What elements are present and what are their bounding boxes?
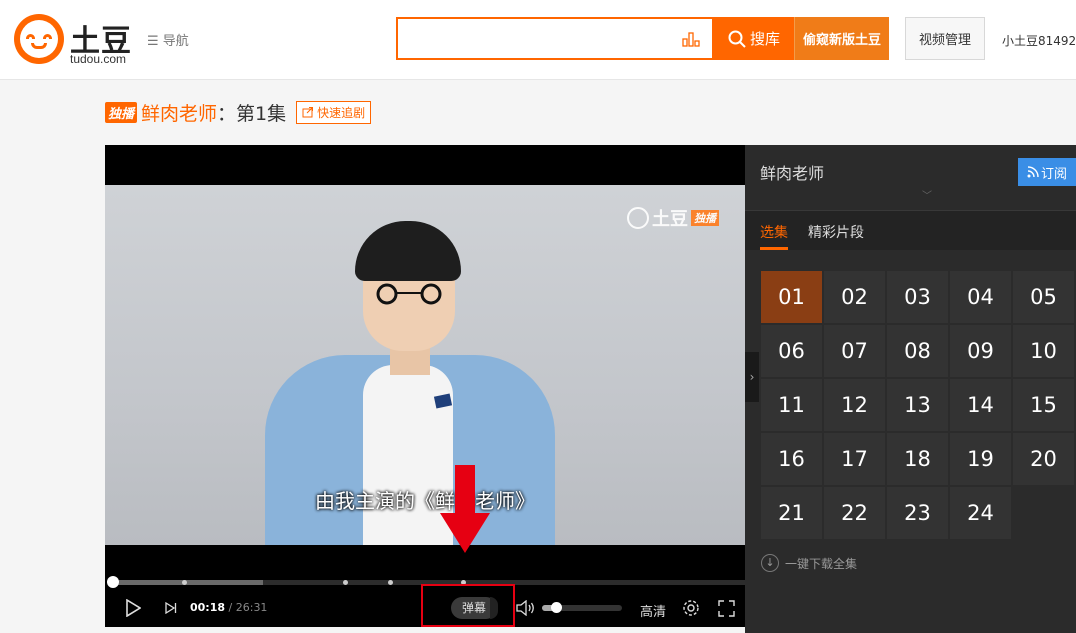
- nav-menu-button[interactable]: ☰ 导航: [147, 30, 189, 49]
- episode-item[interactable]: 16: [760, 432, 823, 486]
- download-all-label: 一键下载全集: [785, 556, 858, 571]
- play-icon[interactable]: [125, 599, 141, 617]
- progress-marker[interactable]: [388, 580, 393, 585]
- chevron-down-icon[interactable]: ﹀: [922, 187, 932, 202]
- progress-marker[interactable]: [343, 580, 348, 585]
- total-time: 26:31: [235, 601, 268, 614]
- sidebar-title: 鲜肉老师: [760, 164, 825, 183]
- episode-item[interactable]: 09: [949, 324, 1012, 378]
- episode-item[interactable]: 08: [886, 324, 949, 378]
- sidebar-tabs: 选集 精彩片段: [745, 211, 1076, 250]
- presenter-hair: [355, 221, 461, 281]
- episode-item[interactable]: 05: [1012, 270, 1075, 324]
- tab-episodes[interactable]: 选集: [760, 222, 788, 242]
- episode-item[interactable]: 17: [823, 432, 886, 486]
- video-manage-button[interactable]: 视频管理: [905, 17, 985, 60]
- exclusive-badge: 独播: [105, 101, 138, 123]
- new-version-button[interactable]: 偷窥新版土豆: [794, 17, 889, 60]
- title-separator: ：: [217, 102, 237, 125]
- progress-marker[interactable]: [182, 580, 187, 585]
- nav-label: 导航: [162, 34, 189, 49]
- time-separator: /: [228, 601, 233, 614]
- gear-icon[interactable]: [682, 599, 700, 617]
- rss-icon: [1027, 166, 1039, 178]
- episode-item[interactable]: 19: [949, 432, 1012, 486]
- episode-item[interactable]: 13: [886, 378, 949, 432]
- episode-item[interactable]: 07: [823, 324, 886, 378]
- episode-item[interactable]: 11: [760, 378, 823, 432]
- episode-item[interactable]: 02: [823, 270, 886, 324]
- search-box: [396, 17, 714, 60]
- episode-item[interactable]: 12: [823, 378, 886, 432]
- search-input[interactable]: [398, 19, 668, 58]
- share-icon: [302, 107, 314, 118]
- logo-domain: tudou.com: [70, 52, 127, 66]
- fullscreen-icon[interactable]: [718, 600, 735, 617]
- sidebar-collapse-chevron-icon[interactable]: ›: [745, 352, 759, 402]
- search-button-label: 搜库: [749, 30, 780, 48]
- user-name[interactable]: 小土豆814924: [1002, 32, 1076, 49]
- current-time: 00:18: [190, 601, 226, 614]
- search-button[interactable]: 搜库: [714, 17, 794, 60]
- progress-knob[interactable]: [107, 576, 119, 588]
- episode-item[interactable]: 01: [760, 270, 823, 324]
- episode-item[interactable]: 10: [1012, 324, 1075, 378]
- episode-item[interactable]: 23: [886, 486, 949, 540]
- top-header: 土豆 tudou.com ☰ 导航 搜库 偷窥新版土豆 视频管理 小土豆8149…: [0, 0, 1076, 80]
- watermark-text: 土豆: [652, 209, 688, 230]
- watermark-tag: 独播: [691, 210, 719, 226]
- tudou-logo[interactable]: 土豆 tudou.com: [14, 14, 134, 66]
- episode-item[interactable]: 14: [949, 378, 1012, 432]
- chart-icon[interactable]: [682, 31, 700, 47]
- video-subtitle: 由我主演的《鲜肉老师》: [315, 489, 535, 513]
- video-frame[interactable]: 土豆 独播 由我主演的《鲜肉老师》: [105, 185, 745, 545]
- episode-item[interactable]: 18: [886, 432, 949, 486]
- logo-icon: [14, 14, 64, 64]
- video-title-row: 独播 鲜肉老师 ： 第1集 快速追剧: [105, 99, 372, 126]
- next-episode-icon[interactable]: [165, 602, 177, 614]
- video-player[interactable]: 土豆 独播 由我主演的《鲜肉老师》 00:18 / 26:31 弹幕 高清: [105, 145, 745, 627]
- watermark-logo-icon: [627, 207, 649, 229]
- menu-icon: ☰: [147, 34, 159, 49]
- episode-title: 第1集: [236, 102, 287, 125]
- episode-item[interactable]: 03: [886, 270, 949, 324]
- subscribe-label: 订阅: [1040, 166, 1067, 182]
- episode-sidebar: 鲜肉老师 ﹀ 订阅 选集 精彩片段 01 02 03 04 05 06 07 08 09 10 11…: [745, 145, 1076, 633]
- progress-buffer: [113, 580, 263, 585]
- episode-item[interactable]: 21: [760, 486, 823, 540]
- episode-item[interactable]: 22: [823, 486, 886, 540]
- time-display: 00:18 / 26:31: [190, 601, 267, 614]
- episode-item[interactable]: 04: [949, 270, 1012, 324]
- episode-item[interactable]: 20: [1012, 432, 1075, 486]
- episode-item[interactable]: 24: [949, 486, 1012, 540]
- quick-follow-label: 快速追剧: [317, 105, 366, 120]
- quality-selector[interactable]: 高清: [640, 601, 666, 620]
- volume-icon[interactable]: [516, 600, 536, 616]
- red-arrow-annotation: [440, 465, 490, 553]
- watermark: 土豆 独播: [627, 205, 719, 231]
- show-name-link[interactable]: 鲜肉老师: [141, 99, 217, 126]
- player-controls: 00:18 / 26:31 弹幕 高清: [105, 584, 745, 627]
- search-icon: [728, 30, 746, 48]
- quick-follow-button[interactable]: 快速追剧: [296, 100, 372, 124]
- tab-highlights[interactable]: 精彩片段: [808, 222, 864, 242]
- presenter-glasses: [376, 283, 442, 305]
- active-tab-indicator: [760, 247, 788, 250]
- volume-knob[interactable]: [551, 602, 562, 613]
- subscribe-button[interactable]: 订阅: [1018, 158, 1076, 186]
- episode-item[interactable]: 06: [760, 324, 823, 378]
- download-all-button[interactable]: ↓ 一键下载全集: [761, 554, 857, 572]
- download-icon: ↓: [761, 554, 779, 572]
- episode-item[interactable]: 15: [1012, 378, 1075, 432]
